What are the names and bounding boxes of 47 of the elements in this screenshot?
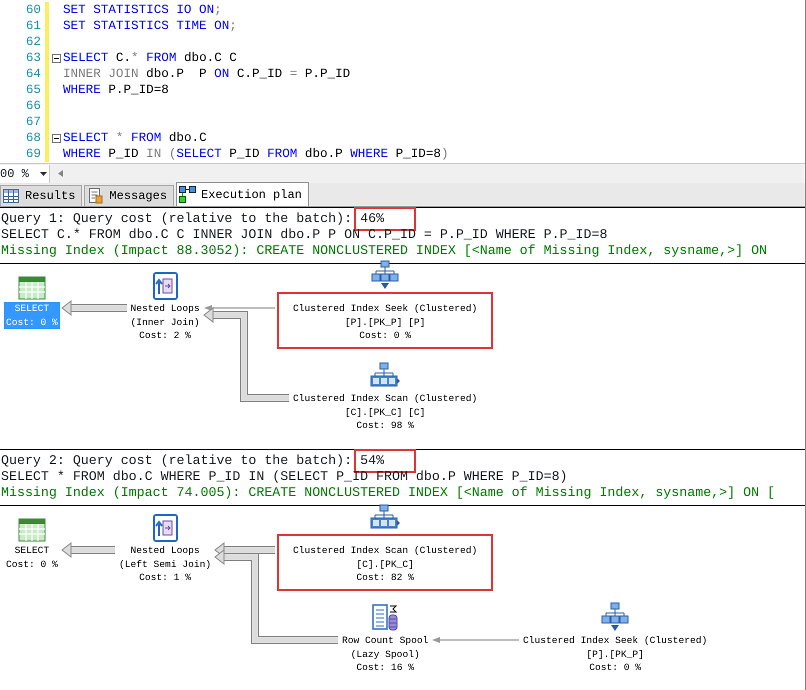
line-number: 62 [24,34,42,50]
operator-label[interactable]: Nested Loops (Left Semi Join) Cost: 1 % [117,544,214,584]
line-number: 60 [24,2,42,18]
code-line: SET STATISTICS IO ON; [63,2,222,18]
scroll-left-icon[interactable] [58,170,63,177]
code-line: SELECT * FROM dbo.C [63,130,207,146]
line-number: 65 [24,82,42,98]
line-number: 68 [24,130,42,146]
tab[interactable]: Execution plan [176,182,309,206]
tab[interactable]: Results [0,185,82,206]
document-icon [87,188,104,204]
loop-icon [152,514,178,542]
line-number: 63 [24,50,42,66]
operator-label[interactable]: Row Count Spool (Lazy Spool) Cost: 16 % [340,634,430,674]
operator-label[interactable]: Clustered Index Scan (Clustered) [C].[PK_C] Cost: 82 % [277,534,494,590]
collapse-icon[interactable] [52,134,60,142]
line-number: 61 [24,18,42,34]
operator-label[interactable]: Clustered Index Seek (Clustered) [P].[PK_P] Cost: 0 % [521,634,710,674]
line-number: 64 [24,66,42,82]
spool-icon [372,604,398,632]
line-number: 66 [24,98,42,114]
table-icon [18,276,46,300]
grid-icon [3,188,20,204]
operator-label[interactable]: Nested Loops (Inner Join) Cost: 2 % [128,302,202,342]
line-number: 67 [24,114,42,130]
hierarchy-icon [601,602,629,632]
diagram-icon [179,186,196,203]
hierarchy-icon [371,260,399,290]
caret-icon [40,172,47,176]
query-cost-label: Query 1: Query cost (relative to the batch): [1,211,352,226]
code-line: INNER JOIN dbo.P P ON C.P_ID = P.P_ID [63,66,350,82]
code-line: WHERE P_ID IN (SELECT P_ID FROM dbo.P WHERE P_ID=8) [63,146,449,162]
code-line: SET STATISTICS TIME ON; [63,18,237,34]
zoom-dropdown[interactable]: 00 % [0,164,50,182]
query-cost-label: Query 2: Query cost (relative to the batch): [1,453,352,468]
operator-label[interactable]: SELECT Cost: 0 % [4,544,60,571]
line-number: 69 [24,146,42,162]
tab[interactable]: Messages [84,185,174,206]
missing-index-hint[interactable]: Missing Index (Impact 88.3052): CREATE NONCLUSTERED INDEX [<Name of Missing Index, sysname,>] ON [1,243,805,259]
code-line: SELECT C.* FROM dbo.C C [63,50,237,66]
operator-label[interactable]: Clustered Index Seek (Clustered) [P].[PK_P] [P] Cost: 0 % [277,292,494,348]
loop-icon [152,272,178,300]
missing-index-hint[interactable]: Missing Index (Impact 74.005): CREATE NONCLUSTERED INDEX [<Name of Missing Index, sysname,>] ON [ [1,485,805,501]
operator-label[interactable]: Clustered Index Scan (Clustered) [C].[PK_C] [C] Cost: 98 % [291,392,480,432]
table-icon [18,518,46,542]
collapse-icon[interactable] [52,54,60,62]
code-line: WHERE P.P_ID=8 [63,82,169,98]
